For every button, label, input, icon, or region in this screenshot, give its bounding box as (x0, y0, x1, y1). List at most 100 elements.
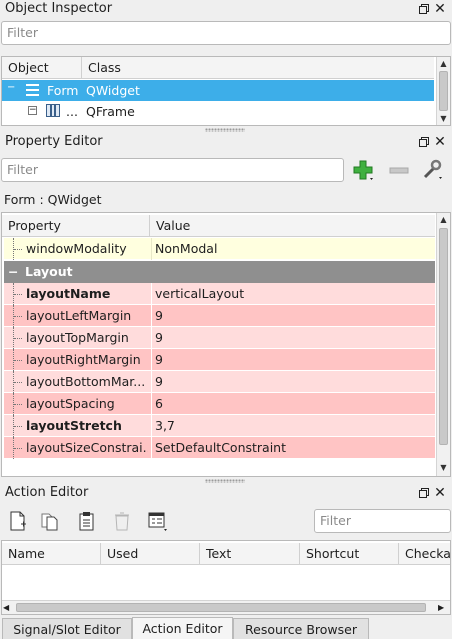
column-text[interactable]: Text (200, 543, 300, 565)
copy-icon[interactable] (39, 510, 61, 532)
tree-branch (13, 415, 23, 437)
scroll-right-icon[interactable]: ▶ (438, 601, 444, 614)
property-filter-input[interactable]: Filter (1, 158, 344, 182)
column-divider (151, 415, 152, 437)
property-value[interactable]: 9 (154, 349, 163, 371)
property-group-layout[interactable]: − Layout (4, 261, 435, 283)
column-property[interactable]: Property (2, 215, 150, 237)
property-value[interactable]: NonModal (154, 238, 217, 260)
property-value[interactable]: verticalLayout (154, 283, 244, 305)
tree-branch (13, 371, 23, 393)
close-icon[interactable]: ✕ (433, 134, 447, 150)
tree-object-name: Form (47, 83, 79, 98)
collapse-icon[interactable]: − (7, 83, 16, 93)
column-shortcut[interactable]: Shortcut (300, 543, 399, 565)
scroll-thumb[interactable] (439, 228, 448, 445)
action-table-hscrollbar[interactable]: ◀ ▶ (2, 600, 450, 614)
column-divider (151, 437, 152, 459)
property-name: windowModality (26, 241, 127, 256)
property-table-scrollbar[interactable]: ▲ ▼ (436, 213, 450, 476)
scroll-down-icon[interactable]: ▼ (437, 112, 450, 125)
scroll-thumb[interactable] (439, 71, 448, 111)
wrench-icon[interactable] (421, 158, 443, 180)
new-action-icon[interactable] (7, 510, 29, 532)
tab-action-editor[interactable]: Action Editor (132, 617, 233, 639)
scroll-up-icon[interactable]: ▲ (437, 213, 450, 226)
object-inspector-title: Object Inspector (5, 1, 113, 16)
float-icon[interactable] (418, 3, 430, 15)
view-mode-icon[interactable] (147, 510, 169, 532)
column-checkable[interactable]: Checka (399, 543, 450, 565)
property-row[interactable]: layoutLeftMargin 9 (4, 305, 435, 327)
close-icon[interactable]: ✕ (433, 485, 447, 501)
property-name: layoutSizeConstrai... (26, 440, 148, 455)
column-divider (151, 327, 152, 349)
property-row[interactable]: layoutTopMargin 9 (4, 327, 435, 349)
tree-row-frame[interactable]: − ... QFrame (2, 101, 434, 122)
property-row[interactable]: layoutSizeConstrai... SetDefaultConstrai… (4, 437, 435, 459)
delete-icon[interactable] (111, 510, 133, 532)
column-used[interactable]: Used (101, 543, 200, 565)
collapse-icon[interactable]: − (8, 261, 18, 283)
object-tree-scrollbar[interactable]: ▲ ▼ (436, 57, 450, 125)
property-editor-titlebar: Property Editor ✕ (0, 133, 452, 153)
frame-icon (46, 104, 60, 117)
tree-row-form[interactable]: − Form QWidget (2, 80, 434, 101)
tree-branch (13, 349, 23, 371)
property-name: layoutRightMargin (26, 352, 141, 367)
property-row[interactable]: layoutBottomMar... 9 (4, 371, 435, 393)
tree-class-name: QWidget (86, 83, 140, 98)
scroll-left-icon[interactable]: ◀ (3, 601, 9, 614)
tree-branch (13, 437, 23, 459)
action-filter-input[interactable]: Filter (314, 509, 451, 533)
property-group-label: Layout (25, 264, 73, 279)
scroll-up-icon[interactable]: ▲ (437, 57, 450, 70)
property-value[interactable]: SetDefaultConstraint (154, 437, 286, 459)
scroll-thumb[interactable] (16, 603, 426, 612)
tree-branch (13, 238, 23, 260)
property-name: layoutBottomMar... (26, 374, 146, 389)
object-filter-input[interactable]: Filter (1, 21, 451, 45)
column-value[interactable]: Value (150, 215, 435, 237)
property-value[interactable]: 6 (154, 393, 163, 415)
property-value[interactable]: 9 (154, 371, 163, 393)
paste-icon[interactable] (76, 510, 98, 532)
splitter-handle[interactable] (205, 479, 245, 483)
property-row[interactable]: layoutName verticalLayout (4, 283, 435, 305)
tab-signal-slot-editor[interactable]: Signal/Slot Editor (2, 618, 132, 639)
column-class[interactable]: Class (82, 57, 434, 79)
tree-branch (13, 393, 23, 415)
column-divider (151, 238, 152, 260)
float-icon[interactable] (418, 136, 430, 148)
property-row[interactable]: layoutSpacing 6 (4, 393, 435, 415)
tab-resource-browser[interactable]: Resource Browser (233, 618, 369, 639)
column-divider (151, 305, 152, 327)
tree-branch (13, 327, 23, 349)
property-editor-title: Property Editor (5, 134, 103, 149)
column-divider (151, 393, 152, 415)
column-object[interactable]: Object (2, 57, 82, 79)
column-divider (151, 349, 152, 371)
action-editor-title: Action Editor (5, 485, 89, 500)
object-inspector-titlebar: Object Inspector ✕ (0, 0, 452, 20)
tree-object-name: ... (66, 104, 78, 119)
property-row[interactable]: windowModality NonModal (4, 238, 435, 260)
close-icon[interactable]: ✕ (433, 1, 447, 17)
minus-icon[interactable] (388, 159, 410, 181)
property-row[interactable]: layoutRightMargin 9 (4, 349, 435, 371)
column-name[interactable]: Name (2, 543, 101, 565)
expand-icon[interactable]: − (28, 106, 37, 115)
property-row[interactable]: layoutStretch 3,7 (4, 415, 435, 437)
tree-branch (13, 283, 23, 305)
scroll-down-icon[interactable]: ▼ (437, 461, 450, 474)
property-value[interactable]: 3,7 (154, 415, 175, 437)
property-name: layoutSpacing (26, 396, 115, 411)
float-icon[interactable] (418, 487, 430, 499)
property-name: layoutTopMargin (26, 330, 129, 345)
splitter-handle[interactable] (205, 128, 245, 132)
plus-icon[interactable] (352, 159, 374, 181)
property-value[interactable]: 9 (154, 305, 163, 327)
layout-icon (26, 84, 39, 96)
action-editor-titlebar: Action Editor ✕ (0, 484, 452, 504)
property-value[interactable]: 9 (154, 327, 163, 349)
